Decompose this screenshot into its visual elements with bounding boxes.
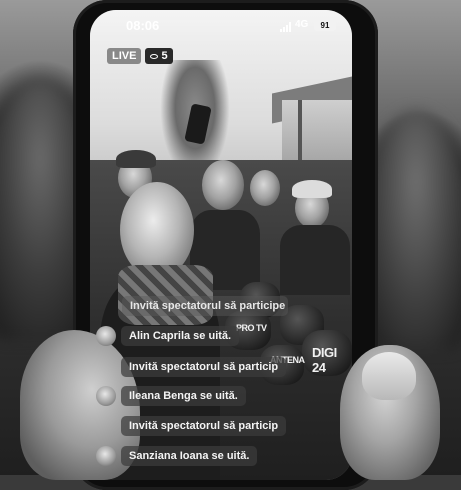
viewer-text: Sanziana Ioana se uită. (121, 446, 258, 466)
viewer-avatar (96, 326, 116, 346)
crowd-body (280, 225, 350, 295)
viewer-avatar (96, 446, 116, 466)
overlay-invite[interactable]: Invită spectatorul să particip (121, 357, 287, 377)
crowd-cap (116, 150, 156, 168)
crowd-cap-white (292, 180, 332, 198)
viewer-count[interactable]: 5 (145, 48, 173, 64)
battery-icon: 91 (314, 20, 336, 31)
crowd-person-bearded (202, 160, 244, 210)
invite-text: Invită spectatorul să particip (121, 357, 287, 377)
overlay-invite[interactable]: Invită spectatorul să participe (122, 296, 288, 316)
mic-label-digi24: DIGI 24 (312, 345, 337, 375)
thumbnail-nail (362, 352, 416, 400)
overlay-viewer: Alin Caprila se uită. (96, 326, 240, 346)
invite-text: Invită spectatorul să particip (121, 416, 287, 436)
live-badge: LIVE (107, 48, 142, 64)
status-time: 08:06 (126, 18, 160, 33)
crowd-person (250, 170, 280, 206)
mic-label-protv: PRO TV (236, 323, 267, 333)
invite-text: Invită spectatorul să participe (122, 296, 288, 316)
viewer-avatar (96, 386, 116, 406)
viewer-text: Alin Caprila se uită. (121, 326, 240, 346)
subject-scarf (118, 265, 213, 325)
subject-head (120, 182, 194, 278)
signal-icon (280, 22, 291, 32)
overlay-invite[interactable]: Invită spectatorul să particip (121, 416, 287, 436)
overlay-viewer: Ileana Benga se uită. (96, 386, 246, 406)
viewer-text: Ileana Benga se uită. (121, 386, 246, 406)
viewer-count-value: 5 (161, 50, 168, 62)
live-indicator: LIVE 5 (107, 48, 173, 64)
status-bar: 08:06 4G 91 (90, 18, 352, 38)
network-type: 4G (295, 19, 309, 30)
eye-icon (150, 53, 159, 59)
overlay-viewer: Sanziana Ioana se uită. (96, 446, 258, 466)
